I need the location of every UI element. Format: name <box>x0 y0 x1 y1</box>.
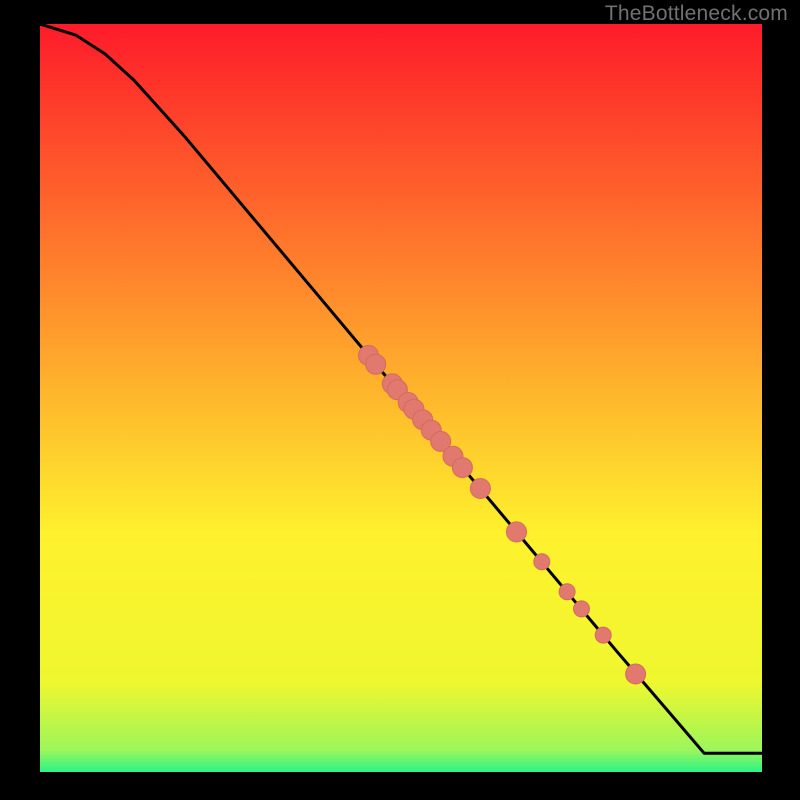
watermark-text: TheBottleneck.com <box>605 2 788 26</box>
data-point <box>366 354 386 374</box>
plot-area <box>40 24 762 772</box>
chart-svg <box>40 24 762 772</box>
data-point <box>470 479 490 499</box>
data-point <box>559 584 575 600</box>
data-point <box>595 627 611 643</box>
data-point <box>574 601 590 617</box>
data-point <box>626 664 646 684</box>
data-point <box>452 458 472 478</box>
chart-container: TheBottleneck.com <box>0 0 800 800</box>
data-point <box>507 522 527 542</box>
data-point <box>534 554 550 570</box>
